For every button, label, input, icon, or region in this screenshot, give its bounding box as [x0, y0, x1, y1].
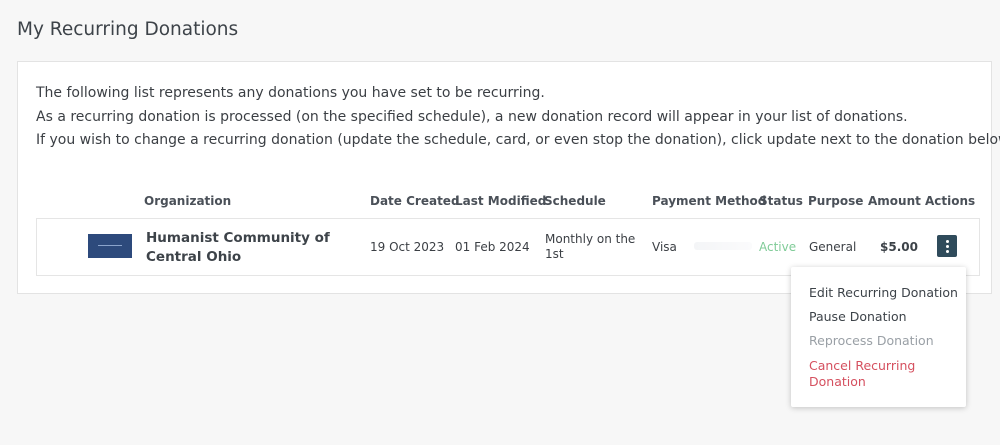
intro-line-3: If you wish to change a recurring donati… [36, 132, 1000, 148]
page-title: My Recurring Donations [17, 19, 239, 40]
pause-donation-item[interactable]: Pause Donation [809, 309, 907, 325]
kebab-vertical-icon [945, 239, 949, 253]
intro-line-2: As a recurring donation is processed (on… [36, 108, 908, 125]
cancel-recurring-donation-item[interactable]: Cancel Recurring Donation [809, 358, 949, 390]
edit-recurring-donation-item[interactable]: Edit Recurring Donation [809, 285, 958, 301]
date-created: 19 Oct 2023 [370, 240, 445, 254]
organization-logo [88, 234, 132, 258]
header-date-created: Date Created [370, 194, 460, 208]
schedule: Monthly on the 1st [545, 232, 636, 261]
header-actions: Actions [925, 194, 976, 208]
header-payment-method: Payment Method [652, 194, 767, 208]
header-status: Status [759, 194, 803, 208]
payment-method: Visa [652, 240, 677, 254]
reprocess-donation-item: Reprocess Donation [809, 333, 934, 348]
last-modified: 01 Feb 2024 [455, 240, 530, 254]
header-organization: Organization [144, 194, 232, 208]
amount: $5.00 [880, 240, 918, 254]
redacted-card-number [694, 242, 752, 250]
actions-dropdown-menu: Edit Recurring Donation Pause Donation R… [791, 267, 966, 407]
header-purpose: Purpose [808, 194, 864, 208]
header-last-modified: Last Modified [455, 194, 547, 208]
header-amount: Amount [868, 194, 921, 208]
header-schedule: Schedule [544, 194, 606, 208]
intro-text: The following list represents any donati… [36, 82, 1000, 153]
recurring-donations-card: The following list represents any donati… [17, 61, 1000, 294]
organization-name: Humanist Community of Central Ohio [146, 230, 330, 265]
actions-button[interactable] [937, 235, 957, 257]
status-badge: Active [759, 240, 797, 254]
purpose: General [809, 240, 857, 254]
intro-line-1: The following list represents any donati… [36, 85, 545, 101]
